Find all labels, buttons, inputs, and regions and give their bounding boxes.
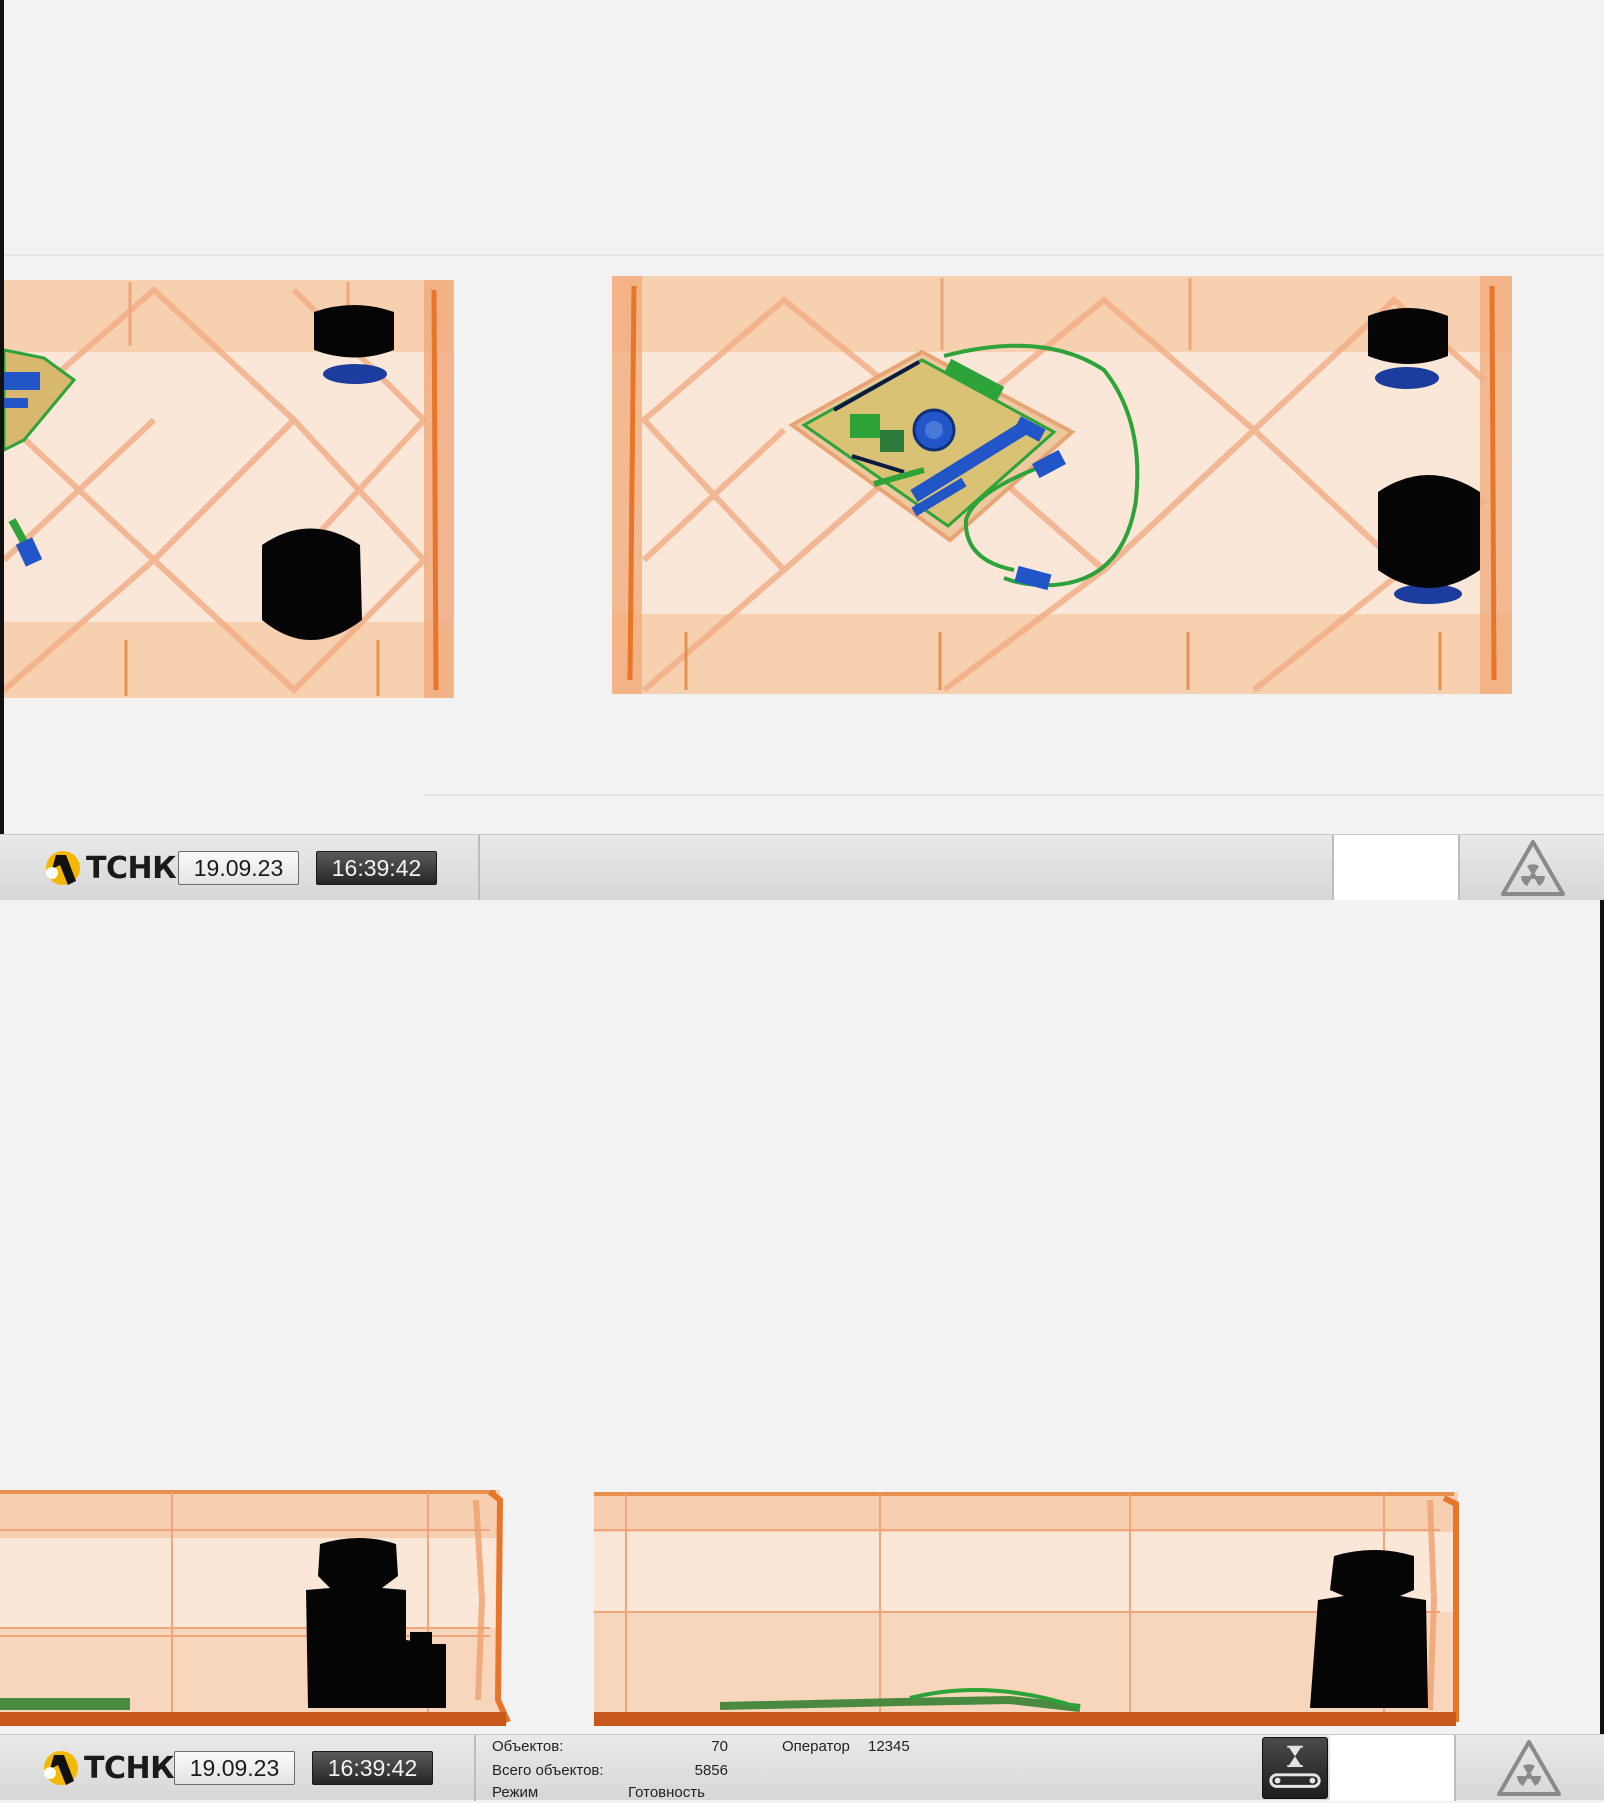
crate-left-side xyxy=(0,1489,511,1726)
mode-value: Готовность xyxy=(628,1784,705,1801)
status-bar-side: ТСНК 19.09.23 16:39:42 Объектов: 70 Всег… xyxy=(0,1734,1604,1801)
crate-right-top xyxy=(612,276,1512,694)
xray-scan-image-top[interactable] xyxy=(4,0,1604,834)
crate-right-side xyxy=(594,1492,1459,1726)
screen-border xyxy=(1600,900,1604,1734)
mode-label: Режим xyxy=(492,1784,539,1801)
xray-scan-side-svg xyxy=(0,1489,1459,1726)
radiation-warning-icon[interactable] xyxy=(1500,838,1566,898)
brand-logo: ТСНК xyxy=(40,1748,175,1788)
tsnk-logo-icon xyxy=(44,1751,78,1785)
time-display: 16:39:42 xyxy=(316,851,437,885)
xray-scan-top-svg xyxy=(4,254,1604,796)
operator-id: 12345 xyxy=(868,1738,910,1755)
status-bar-top: ТСНК 19.09.23 16:39:42 xyxy=(0,834,1604,901)
total-objects-count: 5856 xyxy=(694,1762,728,1779)
operator-label: Оператор xyxy=(782,1738,850,1755)
tsnk-logo-icon xyxy=(46,851,80,885)
radiation-warning-icon[interactable] xyxy=(1496,1738,1562,1798)
logo-text: ТСНК xyxy=(86,850,177,886)
indicator-panel xyxy=(1334,835,1458,901)
crate-left-top xyxy=(4,280,454,698)
conveyor-status-button[interactable] xyxy=(1262,1737,1328,1799)
logo-text: ТСНК xyxy=(84,1750,175,1786)
date-display: 19.09.23 xyxy=(178,851,299,885)
objects-count: 70 xyxy=(711,1738,728,1755)
date-display: 19.09.23 xyxy=(174,1751,295,1785)
time-display: 16:39:42 xyxy=(312,1751,433,1785)
divider xyxy=(478,835,480,901)
top-view-screen: ТСНК 19.09.23 16:39:42 xyxy=(0,0,1604,901)
brand-logo: ТСНК xyxy=(42,848,177,888)
divider xyxy=(1454,1735,1456,1801)
side-view-screen: ТСНК 19.09.23 16:39:42 Объектов: 70 Всег… xyxy=(0,900,1604,1801)
divider xyxy=(474,1735,476,1801)
indicator-panel xyxy=(1330,1735,1454,1801)
objects-label: Объектов: xyxy=(492,1738,564,1755)
xray-scan-image-side[interactable] xyxy=(0,900,1600,1734)
total-objects-label: Всего объектов: xyxy=(492,1762,604,1779)
divider xyxy=(1458,835,1460,901)
conveyor-hourglass-icon xyxy=(1269,1745,1321,1788)
